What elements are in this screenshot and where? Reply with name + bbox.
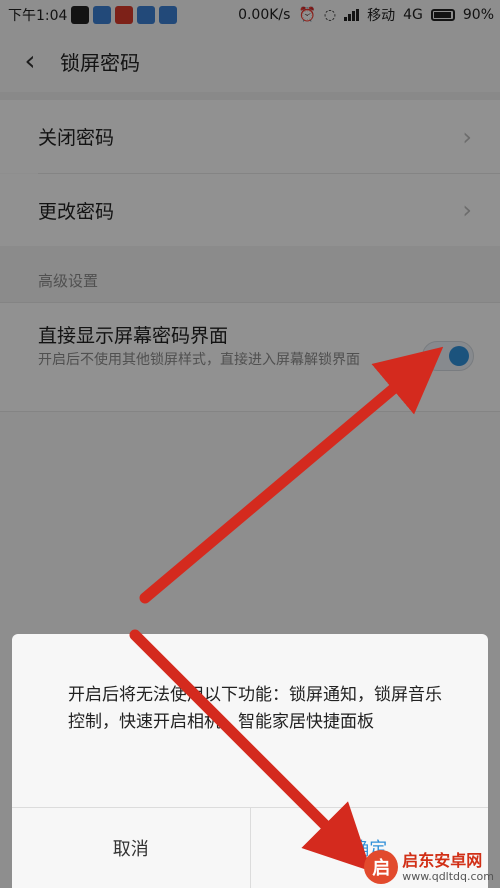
dialog-message: 开启后将无法使用以下功能：锁屏通知，锁屏音乐控制，快速开启相机，智能家居快捷面板 bbox=[68, 685, 442, 732]
watermark-logo-icon: 启 bbox=[364, 850, 399, 884]
cancel-button[interactable]: 取消 bbox=[12, 808, 251, 888]
watermark: 启 启东安卓网 www.qdltdq.com bbox=[364, 850, 494, 884]
watermark-url: www.qdltdq.com bbox=[402, 869, 494, 883]
watermark-name: 启东安卓网 bbox=[402, 850, 483, 870]
